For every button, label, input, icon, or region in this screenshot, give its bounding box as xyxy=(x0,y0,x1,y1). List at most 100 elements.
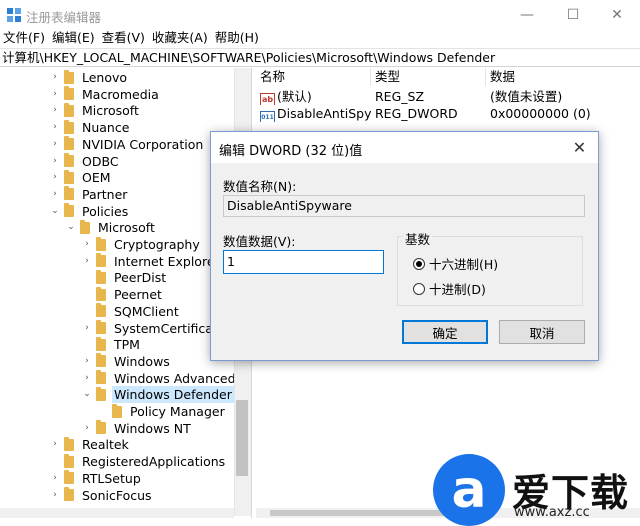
menu-view[interactable]: 查看(V) xyxy=(99,30,149,48)
radio-decimal[interactable]: 十进制(D) xyxy=(413,279,486,298)
chevron-right-icon[interactable]: › xyxy=(50,86,60,103)
column-header-type[interactable]: 类型 xyxy=(371,68,486,86)
value-data-input[interactable]: 1 xyxy=(223,250,384,274)
tree-scrollbar-thumb[interactable] xyxy=(236,400,248,476)
tree-item[interactable]: › Windows NT xyxy=(82,420,193,437)
tree-item-label: Nuance xyxy=(82,120,130,136)
chevron-right-icon[interactable]: › xyxy=(50,153,60,170)
tree-horizontal-scrollbar[interactable] xyxy=(0,508,234,518)
tree-item[interactable]: › SystemCertificate xyxy=(82,320,228,337)
radio-hex-indicator[interactable] xyxy=(413,257,425,270)
tree-item[interactable]: PeerDist xyxy=(82,269,168,286)
column-header-name[interactable]: 名称 xyxy=(256,68,371,86)
chevron-right-icon[interactable]: › xyxy=(50,186,60,203)
maximize-button[interactable]: ☐ xyxy=(550,0,596,30)
chevron-right-icon[interactable]: › xyxy=(82,236,92,253)
chevron-down-icon[interactable]: ⌄ xyxy=(82,386,92,403)
chevron-right-icon[interactable]: › xyxy=(50,487,60,504)
chevron-down-icon[interactable]: ⌄ xyxy=(66,219,76,236)
tree-item[interactable]: ⌄ Microsoft xyxy=(66,219,157,236)
chevron-right-icon[interactable]: › xyxy=(50,119,60,136)
tree-item-label: TPM xyxy=(114,337,140,353)
menu-help[interactable]: 帮助(H) xyxy=(212,30,263,48)
tree-item[interactable]: RegisteredApplications xyxy=(50,453,227,470)
close-button[interactable]: ✕ xyxy=(594,0,640,30)
menu-bar: 文件(F) 编辑(E) 查看(V) 收藏夹(A) 帮助(H) xyxy=(0,30,640,48)
chevron-right-icon[interactable]: › xyxy=(50,102,60,119)
tree-item[interactable]: › Cryptography xyxy=(82,236,202,253)
tree-item[interactable]: Peernet xyxy=(82,286,164,303)
tree-item-label: NVIDIA Corporation xyxy=(82,136,204,152)
tree-item[interactable]: › Lenovo xyxy=(50,69,129,86)
tree-item[interactable]: ⌄ Policies xyxy=(50,203,130,220)
chevron-right-icon[interactable]: › xyxy=(50,436,60,453)
tree-item-label: Windows Advanced T xyxy=(114,370,234,386)
tree-item[interactable]: › SonicFocus xyxy=(50,487,154,504)
tree-item-label: Microsoft xyxy=(98,220,155,236)
tree-item[interactable]: › Realtek xyxy=(50,436,131,453)
chevron-right-icon[interactable]: › xyxy=(82,253,92,270)
values-list-header: 名称 类型 数据 xyxy=(256,68,640,86)
tree-item[interactable]: › Windows Advanced T xyxy=(82,370,234,387)
value-data-label: 数值数据(V): xyxy=(223,234,296,249)
chevron-right-icon[interactable]: › xyxy=(82,320,92,337)
folder-icon xyxy=(64,203,74,218)
chevron-right-icon[interactable]: › xyxy=(50,470,60,487)
tree-item[interactable]: › RTLSetup xyxy=(50,470,143,487)
value-row-disableantispyware[interactable]: 011DisableAntiSpy... REG_DWORD 0x0000000… xyxy=(256,105,640,122)
string-value-icon: ab xyxy=(260,93,275,105)
folder-icon xyxy=(64,69,74,84)
tree-item-label: Partner xyxy=(82,186,128,202)
regedit-app-icon xyxy=(7,8,21,22)
chevron-right-icon[interactable]: › xyxy=(82,353,92,370)
folder-icon xyxy=(96,386,106,401)
folder-icon xyxy=(96,236,106,251)
folder-icon xyxy=(64,436,74,451)
tree-item[interactable]: › Windows xyxy=(82,353,172,370)
tree-item[interactable]: › Partner xyxy=(50,186,129,203)
window-title: 注册表编辑器 xyxy=(26,10,102,25)
tree-item-label: Microsoft xyxy=(82,103,139,119)
tree-item[interactable]: › Macromedia xyxy=(50,86,161,103)
tree-item[interactable]: › OEM xyxy=(50,169,113,186)
chevron-down-icon[interactable]: ⌄ xyxy=(50,203,60,220)
tree-item-label: Windows Defender xyxy=(112,386,234,404)
radio-hexadecimal[interactable]: 十六进制(H) xyxy=(413,254,498,273)
menu-favorites[interactable]: 收藏夹(A) xyxy=(149,30,212,48)
chevron-right-icon[interactable]: › xyxy=(50,169,60,186)
tree-item[interactable]: › Microsoft xyxy=(50,102,141,119)
folder-icon xyxy=(112,403,122,418)
tree-item[interactable]: Policy Manager xyxy=(98,403,227,420)
folder-icon xyxy=(64,86,74,101)
watermark-url: www.axz.cc xyxy=(514,505,590,520)
dialog-close-button[interactable]: ✕ xyxy=(561,132,598,163)
tree-item[interactable]: › NVIDIA Corporation xyxy=(50,136,205,153)
folder-icon xyxy=(64,487,74,501)
tree-item[interactable]: › Internet Explorer xyxy=(82,253,222,270)
radio-dec-indicator[interactable] xyxy=(413,282,425,295)
menu-edit[interactable]: 编辑(E) xyxy=(49,30,99,48)
tree-item[interactable]: SQMClient xyxy=(82,303,181,320)
tree-item[interactable]: TPM xyxy=(82,336,142,353)
column-header-data[interactable]: 数据 xyxy=(486,68,640,86)
folder-icon xyxy=(96,269,106,284)
minimize-button[interactable]: — xyxy=(504,0,550,30)
value-row-default[interactable]: ab (默认) REG_SZ (数值未设置) xyxy=(256,88,640,105)
tree-item-label: Windows NT xyxy=(114,420,191,436)
tree-item[interactable]: › Nuance xyxy=(50,119,131,136)
tree-item-label: SonicFocus xyxy=(82,487,152,503)
chevron-right-icon[interactable]: › xyxy=(82,370,92,387)
chevron-right-icon[interactable]: › xyxy=(50,69,60,86)
address-bar[interactable]: 计算机\HKEY_LOCAL_MACHINE\SOFTWARE\Policies… xyxy=(0,48,640,67)
folder-icon xyxy=(64,186,74,201)
folder-icon xyxy=(96,320,106,334)
tree-item[interactable]: ⌄ Windows Defender xyxy=(82,386,234,404)
ok-button[interactable]: 确定 xyxy=(402,320,488,344)
cancel-button[interactable]: 取消 xyxy=(499,320,585,344)
tree-item-label: ODBC xyxy=(82,153,119,169)
folder-icon xyxy=(64,119,74,134)
chevron-right-icon[interactable]: › xyxy=(50,136,60,153)
tree-item[interactable]: › ODBC xyxy=(50,153,121,170)
menu-file[interactable]: 文件(F) xyxy=(0,30,49,48)
chevron-right-icon[interactable]: › xyxy=(82,420,92,437)
